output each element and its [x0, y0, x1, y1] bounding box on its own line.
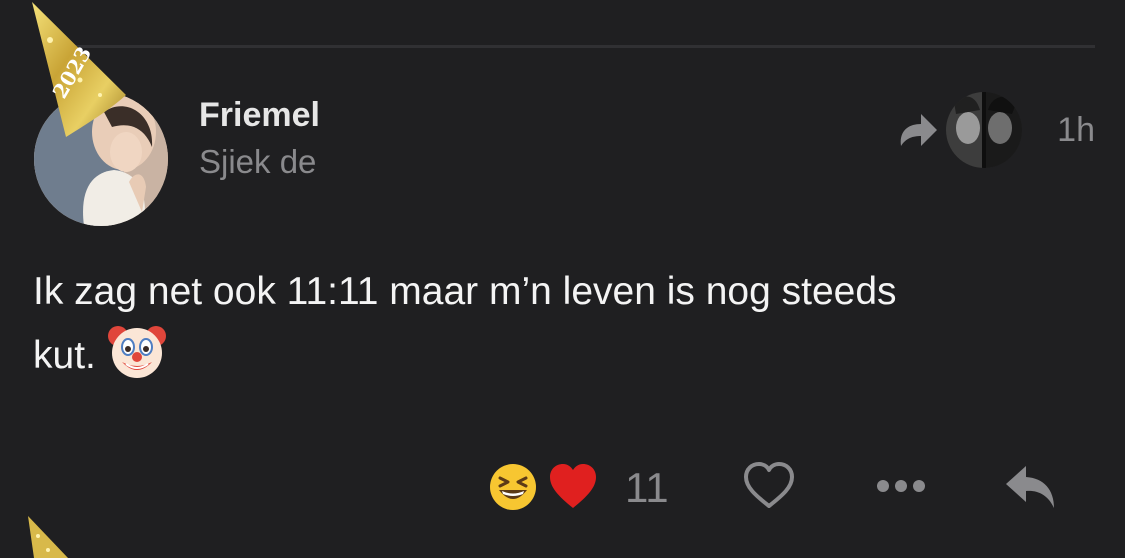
- post-screen: 2023 Friemel Sjiek de 1h Ik zag net ook …: [0, 0, 1125, 558]
- clown-face-icon: [107, 326, 166, 378]
- reaction-count[interactable]: 11: [625, 464, 669, 512]
- next-post-party-hat-icon: [28, 516, 68, 558]
- post-text-line-2: kut.: [33, 334, 96, 377]
- post-text-line-1: Ik zag net ook 11:11 maar m’n leven is n…: [33, 270, 897, 313]
- reply-arrow-icon[interactable]: [1002, 458, 1058, 514]
- top-divider: [65, 45, 1095, 48]
- party-hat-icon: 2023: [32, 2, 126, 137]
- author-subtitle: Sjiek de: [199, 143, 317, 180]
- post-text-line-2-wrap: kut.: [33, 322, 1093, 386]
- post-body: Ik zag net ook 11:11 maar m’n leven is n…: [33, 262, 1093, 386]
- grinning-squinting-face-icon[interactable]: [488, 462, 538, 512]
- author-avatar-group[interactable]: 2023: [30, 0, 175, 235]
- author-name[interactable]: Friemel: [199, 96, 320, 135]
- reposter-avatar[interactable]: [946, 92, 1022, 168]
- repost-arrow-icon[interactable]: [893, 110, 939, 150]
- red-heart-icon[interactable]: [548, 462, 598, 512]
- more-options-ellipsis-icon[interactable]: [873, 458, 929, 514]
- like-heart-outline-icon[interactable]: [741, 458, 797, 514]
- reposter-photo: [946, 92, 1022, 168]
- post-timestamp: 1h: [1057, 111, 1095, 149]
